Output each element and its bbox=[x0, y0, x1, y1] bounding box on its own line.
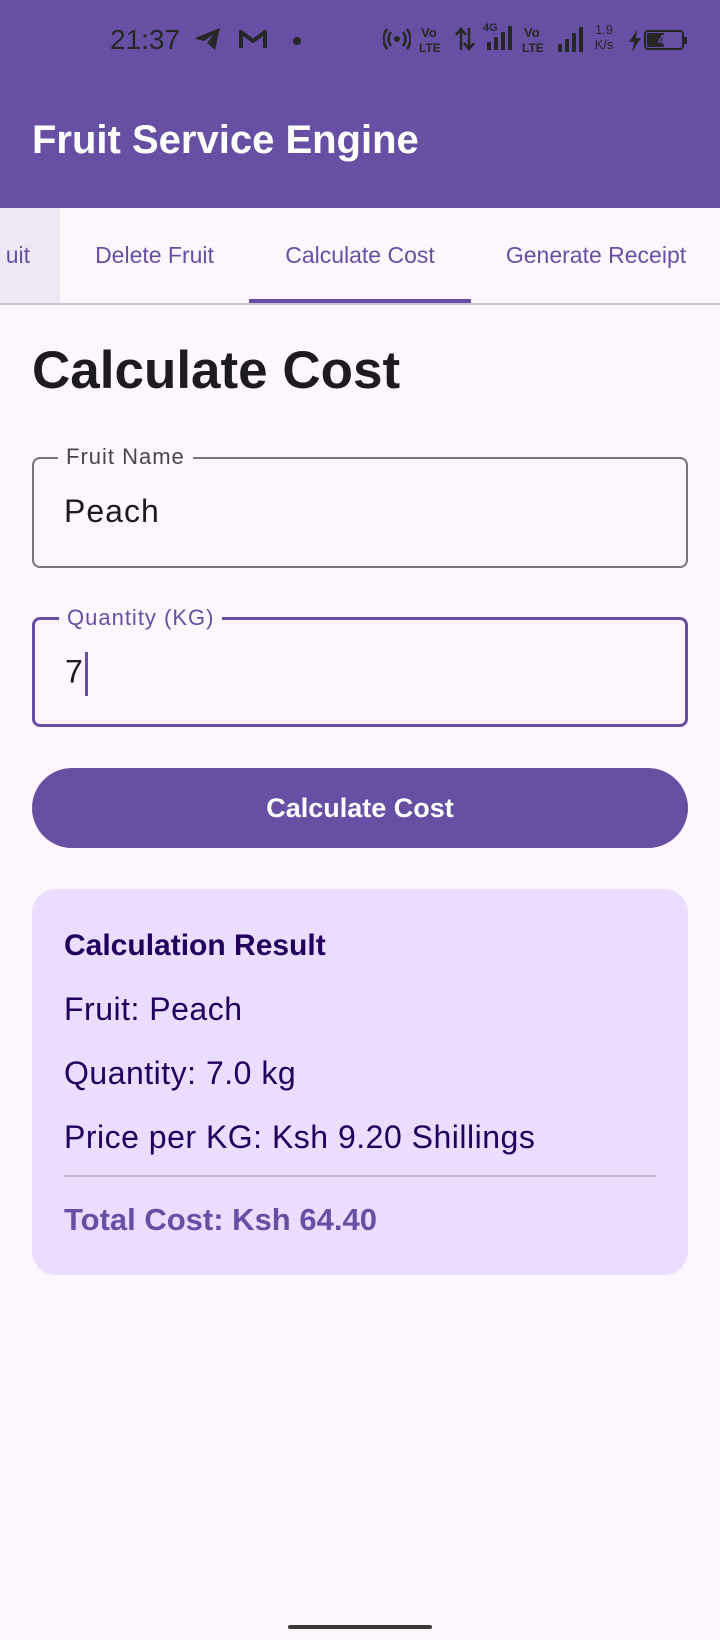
result-total: Total Cost: Ksh 64.40 bbox=[64, 1202, 377, 1237]
tab-label: Delete Fruit bbox=[95, 242, 214, 268]
signal-icon bbox=[558, 27, 583, 52]
tab-generate-receipt[interactable]: Generate Receipt bbox=[471, 208, 720, 303]
result-quantity: Quantity: 7.0 kg bbox=[64, 1055, 297, 1091]
volte-icon: Vo LTE bbox=[419, 25, 441, 54]
net-speed-value: 1.9 bbox=[594, 22, 614, 37]
charging-icon bbox=[629, 30, 641, 52]
fruit-name-label: Fruit Name bbox=[58, 444, 193, 470]
battery-level: 47 bbox=[658, 32, 673, 47]
svg-text:Vo: Vo bbox=[524, 25, 540, 40]
tab-bar: uit Delete Fruit Calculate Cost Generate… bbox=[0, 208, 720, 305]
data-arrows-icon bbox=[455, 27, 475, 51]
signal-4g-icon: 4G bbox=[483, 22, 512, 50]
quantity-value-wrap[interactable]: 7 bbox=[65, 652, 88, 696]
result-title: Calculation Result bbox=[64, 929, 326, 962]
page-title: Calculate Cost bbox=[32, 341, 401, 400]
svg-text:LTE: LTE bbox=[522, 41, 544, 54]
tab-calculate-cost[interactable]: Calculate Cost bbox=[249, 208, 471, 303]
hotspot-icon bbox=[383, 28, 411, 50]
quantity-value: 7 bbox=[65, 653, 84, 690]
app-title: Fruit Service Engine bbox=[32, 118, 419, 162]
result-price-per-kg: Price per KG: Ksh 9.20 Shillings bbox=[64, 1119, 536, 1155]
calculate-cost-button-label: Calculate Cost bbox=[266, 792, 454, 823]
home-indicator[interactable] bbox=[288, 1625, 432, 1629]
svg-text:LTE: LTE bbox=[419, 41, 441, 54]
tab-label: uit bbox=[5, 242, 30, 268]
svg-text:4G: 4G bbox=[483, 22, 498, 34]
result-fruit: Fruit: Peach bbox=[64, 991, 243, 1027]
calculation-result-card: Calculation Result Fruit: Peach Quantity… bbox=[32, 889, 688, 1275]
tab-delete-fruit[interactable]: Delete Fruit bbox=[60, 208, 249, 303]
telegram-icon bbox=[195, 28, 220, 50]
tab-add-fruit[interactable]: uit bbox=[0, 208, 60, 303]
notification-dot-icon bbox=[293, 37, 301, 45]
status-time: 21:37 bbox=[110, 24, 181, 55]
quantity-label: Quantity (KG) bbox=[59, 605, 223, 631]
quantity-field[interactable]: Quantity (KG) 7 bbox=[32, 605, 688, 727]
calculate-cost-button[interactable]: Calculate Cost bbox=[32, 768, 688, 848]
app-top-bar: 21:37 Vo LTE 4G Vo LTE 1.9 K/s 47 Fruit … bbox=[0, 0, 720, 208]
battery-icon: 47 bbox=[644, 30, 687, 50]
fruit-name-value[interactable]: Peach bbox=[64, 493, 160, 530]
text-cursor bbox=[84, 652, 88, 696]
network-speed-icon: 1.9 K/s bbox=[590, 22, 618, 52]
status-bar: 21:37 Vo LTE 4G Vo LTE 1.9 K/s 47 bbox=[0, 0, 720, 80]
gmail-icon bbox=[239, 30, 267, 48]
tab-label: Generate Receipt bbox=[505, 242, 687, 268]
tab-label: Calculate Cost bbox=[285, 242, 435, 268]
result-divider bbox=[64, 1175, 656, 1177]
svg-text:Vo: Vo bbox=[421, 25, 437, 40]
net-speed-unit: K/s bbox=[594, 37, 614, 52]
tab-indicator bbox=[249, 299, 471, 303]
volte-icon: Vo LTE bbox=[522, 25, 544, 54]
fruit-name-field[interactable]: Fruit Name Peach bbox=[32, 444, 688, 568]
